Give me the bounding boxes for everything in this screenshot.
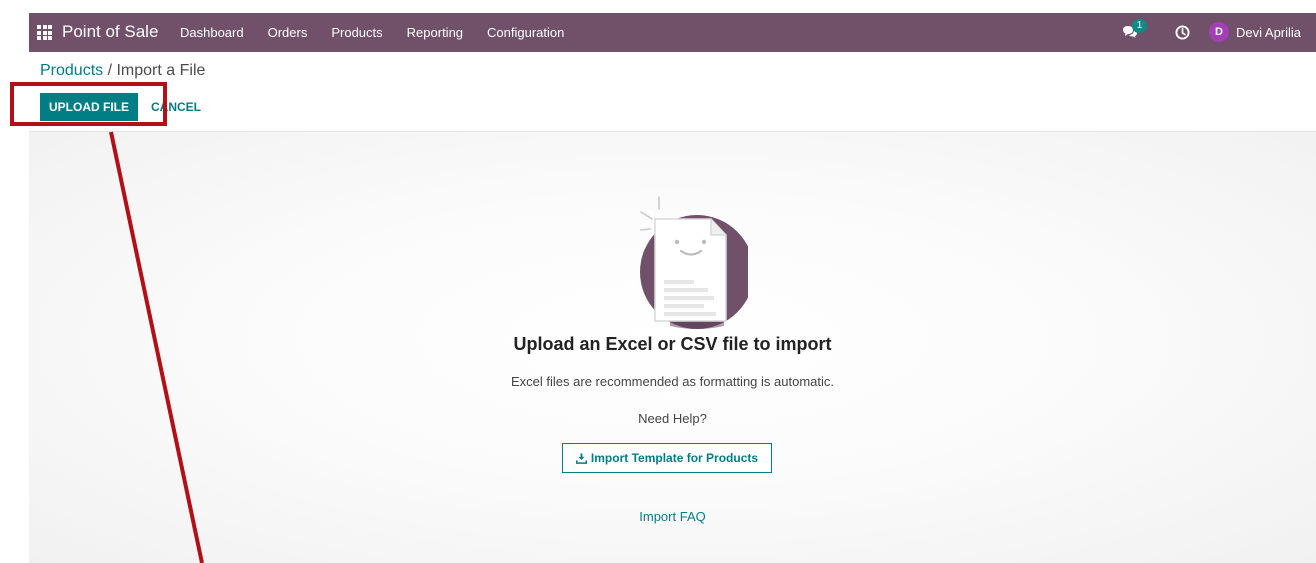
breadcrumb: Products / Import a File bbox=[40, 62, 205, 80]
import-subtitle: Excel files are recommended as formattin… bbox=[511, 374, 834, 389]
annotation-highlight-box bbox=[10, 82, 167, 126]
breadcrumb-current: Import a File bbox=[116, 62, 206, 79]
chat-badge: 1 bbox=[1132, 19, 1147, 33]
need-help-text: Need Help? bbox=[638, 411, 707, 426]
menu-item-dashboard[interactable]: Dashboard bbox=[180, 25, 244, 40]
top-navbar: Point of Sale Dashboard Orders Products … bbox=[29, 13, 1316, 52]
menu-item-configuration[interactable]: Configuration bbox=[487, 25, 564, 40]
menu-item-products[interactable]: Products bbox=[331, 25, 382, 40]
download-icon bbox=[575, 452, 587, 464]
clock-icon[interactable] bbox=[1175, 25, 1190, 40]
import-content-area: Upload an Excel or CSV file to import Ex… bbox=[29, 132, 1316, 563]
app-name[interactable]: Point of Sale bbox=[62, 22, 158, 42]
import-template-label: Import Template for Products bbox=[590, 451, 759, 465]
breadcrumb-products-link[interactable]: Products bbox=[40, 62, 103, 79]
user-name[interactable]: Devi Aprilia bbox=[1236, 25, 1301, 40]
avatar[interactable]: D bbox=[1209, 22, 1229, 42]
apps-grid-icon[interactable] bbox=[37, 25, 52, 40]
import-title: Upload an Excel or CSV file to import bbox=[513, 334, 832, 354]
import-faq-container: Import FAQ bbox=[29, 509, 1316, 524]
breadcrumb-separator: / bbox=[103, 62, 117, 79]
menu-item-reporting[interactable]: Reporting bbox=[407, 25, 463, 40]
import-template-button[interactable]: Import Template for Products bbox=[562, 443, 772, 473]
document-smiley-illustration bbox=[640, 196, 748, 329]
main-menu: Dashboard Orders Products Reporting Conf… bbox=[180, 25, 588, 40]
menu-item-orders[interactable]: Orders bbox=[268, 25, 308, 40]
import-faq-link[interactable]: Import FAQ bbox=[639, 509, 705, 524]
